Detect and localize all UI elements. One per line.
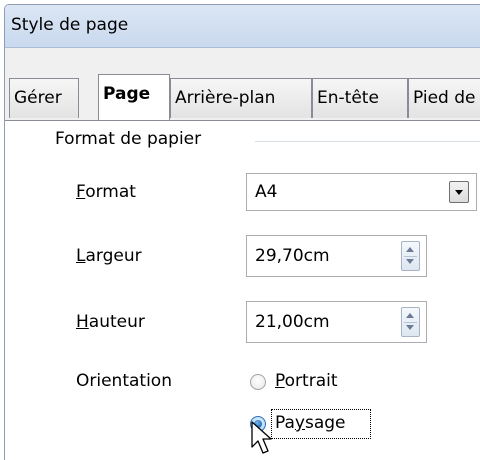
height-spin-buttons[interactable] <box>401 307 420 337</box>
spin-divider <box>404 322 417 323</box>
height-label-rest: auteur <box>88 312 145 332</box>
height-value: 21,00cm <box>255 312 330 332</box>
group-separator <box>255 141 480 142</box>
spin-down-icon[interactable] <box>406 259 414 264</box>
format-value: A4 <box>255 182 278 202</box>
spin-down-icon[interactable] <box>406 325 414 330</box>
portrait-radio-label[interactable]: Portrait <box>275 371 338 391</box>
tab-arriere-plan-label: Arrière-plan <box>175 88 276 108</box>
height-label: Hauteur <box>76 312 145 332</box>
title-bar[interactable]: Style de page <box>5 5 480 48</box>
height-label-key: H <box>76 312 89 332</box>
tab-gerer-label: Gérer <box>14 88 62 108</box>
tab-arriere-plan[interactable]: Arrière-plan <box>170 78 312 118</box>
tab-pied-de-page[interactable]: Pied de <box>408 78 480 118</box>
portrait-label-key: P <box>275 371 285 391</box>
format-label-key: F <box>76 182 86 202</box>
format-label-rest: ormat <box>85 182 136 202</box>
page-style-dialog: Style de page Gérer Page Arrière-plan En… <box>4 4 480 460</box>
portrait-radio[interactable] <box>250 374 266 390</box>
tab-en-tete[interactable]: En-tête <box>312 78 408 118</box>
tab-page-content: Format de papier Format A4 Largeur 29,70… <box>5 120 480 460</box>
spin-up-icon[interactable] <box>406 313 414 318</box>
chevron-down-icon[interactable] <box>449 181 469 203</box>
width-spin-buttons[interactable] <box>401 241 420 271</box>
tab-page-label: Page <box>103 84 151 104</box>
landscape-label-rest: sage <box>304 413 346 433</box>
width-label-rest: argeur <box>85 246 142 266</box>
width-value: 29,70cm <box>255 246 330 266</box>
paper-format-group-title: Format de papier <box>55 129 208 149</box>
height-spinbox[interactable]: 21,00cm <box>246 301 427 343</box>
format-dropdown[interactable]: A4 <box>246 173 477 211</box>
tab-en-tete-label: En-tête <box>317 88 379 108</box>
tab-strip: Gérer Page Arrière-plan En-tête Pied de <box>5 48 480 125</box>
tab-gerer[interactable]: Gérer <box>9 78 79 118</box>
landscape-radio-label[interactable]: Paysage <box>275 413 346 433</box>
mouse-pointer-icon <box>251 421 272 454</box>
format-label: Format <box>76 182 136 202</box>
width-spinbox[interactable]: 29,70cm <box>246 235 427 277</box>
tab-page[interactable]: Page <box>98 74 170 120</box>
tab-pied-de-page-label: Pied de <box>413 88 476 108</box>
spin-up-icon[interactable] <box>406 247 414 252</box>
spin-divider <box>404 256 417 257</box>
dialog-title: Style de page <box>11 15 129 35</box>
width-label: Largeur <box>76 246 142 266</box>
portrait-label-rest: ortrait <box>284 371 338 391</box>
landscape-label-key: y <box>294 413 305 433</box>
orientation-label: Orientation <box>76 371 172 391</box>
